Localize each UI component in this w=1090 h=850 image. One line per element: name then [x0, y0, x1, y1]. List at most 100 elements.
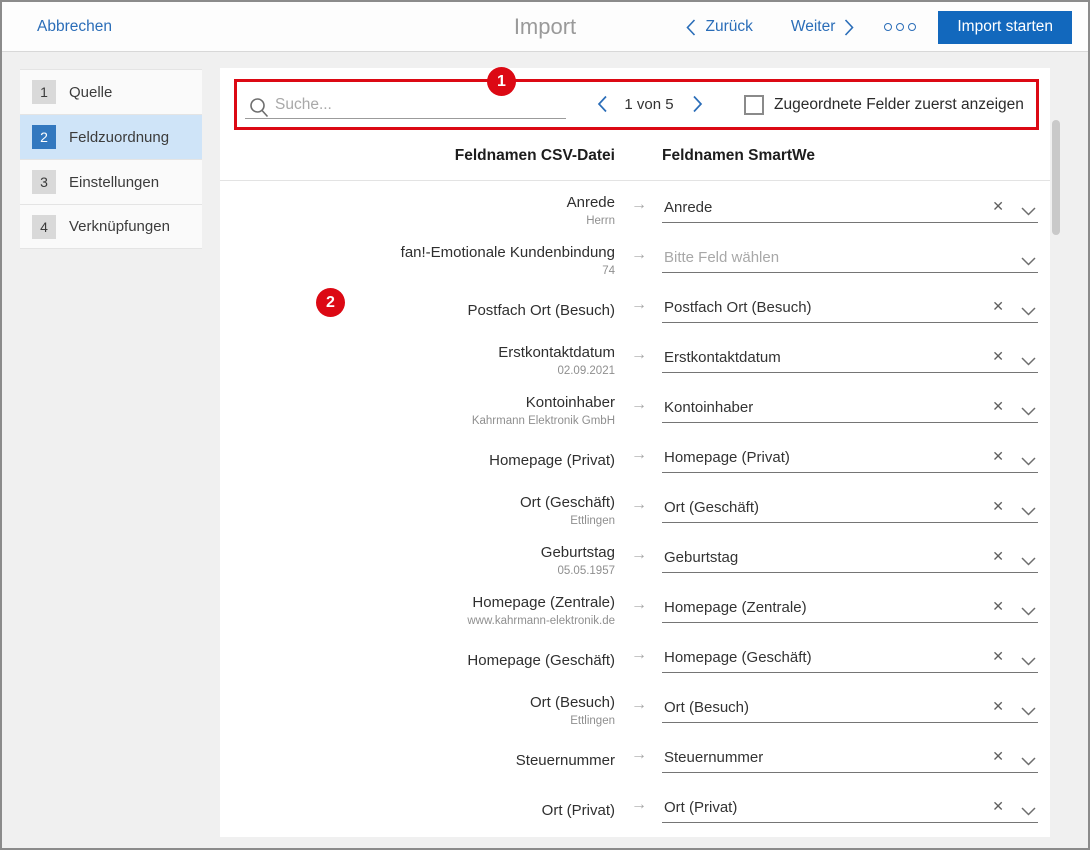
page-previous-button[interactable] — [597, 95, 608, 118]
mapping-row: Homepage (Geschäft) → Homepage (Geschäft… — [220, 637, 1050, 687]
chevron-down-icon[interactable] — [1021, 753, 1036, 771]
chevron-down-icon[interactable] — [1021, 803, 1036, 821]
chevron-down-icon[interactable] — [1021, 503, 1036, 521]
more-options-icon — [896, 23, 904, 31]
page-next-button[interactable] — [692, 95, 703, 118]
csv-sample-value: Herrn — [586, 213, 615, 229]
mapping-row: Postfach Ort (Besuch) → Postfach Ort (Be… — [220, 287, 1050, 337]
search-input[interactable] — [275, 92, 559, 118]
page-title: Import — [514, 2, 576, 52]
more-options-button[interactable] — [884, 23, 916, 31]
mapped-fields-first-label: Zugeordnete Felder zuerst anzeigen — [774, 96, 1024, 114]
step-number-badge: 1 — [32, 80, 56, 104]
csv-field-cell: fan!-Emotionale Kundenbindung 74 — [240, 237, 615, 283]
step-number-badge: 3 — [32, 170, 56, 194]
scrollbar-thumb[interactable] — [1052, 120, 1060, 235]
smartwe-field-value: Postfach Ort (Besuch) — [662, 299, 812, 316]
clear-mapping-icon[interactable]: ✕ — [992, 398, 1004, 415]
chevron-left-icon — [686, 19, 696, 36]
csv-field-name: Ort (Geschäft) — [520, 492, 615, 513]
smartwe-field-value: Anrede — [662, 199, 712, 216]
sidebar-step-einstellungen[interactable]: 3 Einstellungen — [20, 159, 202, 204]
back-button[interactable]: Zurück — [686, 18, 752, 36]
clear-mapping-icon[interactable]: ✕ — [992, 298, 1004, 315]
cancel-button[interactable]: Abbrechen — [37, 2, 112, 52]
topbar: Abbrechen Import Zurück Weiter Import st… — [2, 2, 1088, 52]
mapping-arrow-icon: → — [623, 446, 655, 464]
mapping-arrow-icon: → — [623, 646, 655, 664]
start-import-button[interactable]: Import starten — [938, 11, 1072, 44]
smartwe-field-dropdown[interactable]: Ort (Besuch) ✕ — [662, 692, 1038, 723]
annotation-badge-1: 1 — [487, 67, 516, 96]
mapping-rows: Anrede Herrn → Anrede ✕ fan!-Emotionale … — [220, 187, 1050, 837]
csv-field-name: Homepage (Zentrale) — [472, 592, 615, 613]
csv-field-cell: Ort (Geschäft) Ettlingen — [240, 487, 615, 533]
csv-field-name: Postfach Ort (Besuch) — [467, 300, 615, 321]
clear-mapping-icon[interactable]: ✕ — [992, 648, 1004, 665]
smartwe-field-value: Ort (Besuch) — [662, 699, 749, 716]
step-label: Verknüpfungen — [69, 218, 170, 235]
smartwe-field-dropdown[interactable]: Homepage (Geschäft) ✕ — [662, 642, 1038, 673]
mapping-row: Geburtstag 05.05.1957 → Geburtstag ✕ — [220, 537, 1050, 587]
csv-field-name: Ort (Besuch) — [530, 692, 615, 713]
csv-field-cell: Homepage (Privat) — [240, 437, 615, 483]
mapped-fields-first-checkbox[interactable] — [744, 95, 764, 115]
chevron-down-icon[interactable] — [1021, 603, 1036, 621]
smartwe-field-dropdown[interactable]: Homepage (Zentrale) ✕ — [662, 592, 1038, 623]
more-options-icon — [884, 23, 892, 31]
field-mapping-panel: 1 von 5 Zugeordnete Felder zuerst anzeig… — [220, 68, 1050, 837]
annotation-badge-2: 2 — [316, 288, 345, 317]
smartwe-field-dropdown[interactable]: Erstkontaktdatum ✕ — [662, 342, 1038, 373]
chevron-down-icon[interactable] — [1021, 653, 1036, 671]
chevron-down-icon[interactable] — [1021, 553, 1036, 571]
search-icon — [249, 97, 269, 123]
chevron-down-icon[interactable] — [1021, 703, 1036, 721]
smartwe-field-value: Steuernummer — [662, 749, 763, 766]
smartwe-field-dropdown[interactable]: Bitte Feld wählen — [662, 242, 1038, 273]
smartwe-field-value: Homepage (Zentrale) — [662, 599, 807, 616]
clear-mapping-icon[interactable]: ✕ — [992, 698, 1004, 715]
clear-mapping-icon[interactable]: ✕ — [992, 598, 1004, 615]
smartwe-field-dropdown[interactable]: Steuernummer ✕ — [662, 742, 1038, 773]
step-number-badge: 2 — [32, 125, 56, 149]
mapping-arrow-icon: → — [623, 396, 655, 414]
smartwe-field-dropdown[interactable]: Postfach Ort (Besuch) ✕ — [662, 292, 1038, 323]
pagination-label: 1 von 5 — [619, 96, 679, 113]
smartwe-field-dropdown[interactable]: Ort (Privat) ✕ — [662, 792, 1038, 823]
chevron-down-icon[interactable] — [1021, 403, 1036, 421]
clear-mapping-icon[interactable]: ✕ — [992, 798, 1004, 815]
csv-field-cell: Homepage (Zentrale) www.kahrmann-elektro… — [240, 587, 615, 633]
mapping-row: Ort (Privat) → Ort (Privat) ✕ — [220, 787, 1050, 837]
clear-mapping-icon[interactable]: ✕ — [992, 348, 1004, 365]
smartwe-field-dropdown[interactable]: Ort (Geschäft) ✕ — [662, 492, 1038, 523]
clear-mapping-icon[interactable]: ✕ — [992, 198, 1004, 215]
csv-field-name: Ort (Privat) — [542, 800, 615, 821]
csv-field-name: Steuernummer — [516, 750, 615, 771]
smartwe-field-dropdown[interactable]: Kontoinhaber ✕ — [662, 392, 1038, 423]
chevron-down-icon[interactable] — [1021, 203, 1036, 221]
chevron-down-icon[interactable] — [1021, 453, 1036, 471]
smartwe-field-dropdown[interactable]: Homepage (Privat) ✕ — [662, 442, 1038, 473]
mapping-row: Anrede Herrn → Anrede ✕ — [220, 187, 1050, 237]
more-options-icon — [908, 23, 916, 31]
sidebar-step-verknüpfungen[interactable]: 4 Verknüpfungen — [20, 204, 202, 249]
mapping-arrow-icon: → — [623, 746, 655, 764]
mapping-row: Erstkontaktdatum 02.09.2021 → Erstkontak… — [220, 337, 1050, 387]
sidebar-step-feldzuordnung[interactable]: 2 Feldzuordnung — [20, 114, 202, 159]
chevron-down-icon[interactable] — [1021, 353, 1036, 371]
csv-sample-value: Ettlingen — [570, 513, 615, 529]
smartwe-field-dropdown[interactable]: Geburtstag ✕ — [662, 542, 1038, 573]
clear-mapping-icon[interactable]: ✕ — [992, 748, 1004, 765]
clear-mapping-icon[interactable]: ✕ — [992, 498, 1004, 515]
clear-mapping-icon[interactable]: ✕ — [992, 448, 1004, 465]
csv-sample-value: 02.09.2021 — [557, 363, 615, 379]
mapping-arrow-icon: → — [623, 296, 655, 314]
mapping-row: fan!-Emotionale Kundenbindung 74 → Bitte… — [220, 237, 1050, 287]
smartwe-field-dropdown[interactable]: Anrede ✕ — [662, 192, 1038, 223]
next-button[interactable]: Weiter — [791, 18, 855, 36]
chevron-down-icon[interactable] — [1021, 253, 1036, 271]
chevron-down-icon[interactable] — [1021, 303, 1036, 321]
mapping-arrow-icon: → — [623, 546, 655, 564]
clear-mapping-icon[interactable]: ✕ — [992, 548, 1004, 565]
sidebar-step-quelle[interactable]: 1 Quelle — [20, 69, 202, 114]
